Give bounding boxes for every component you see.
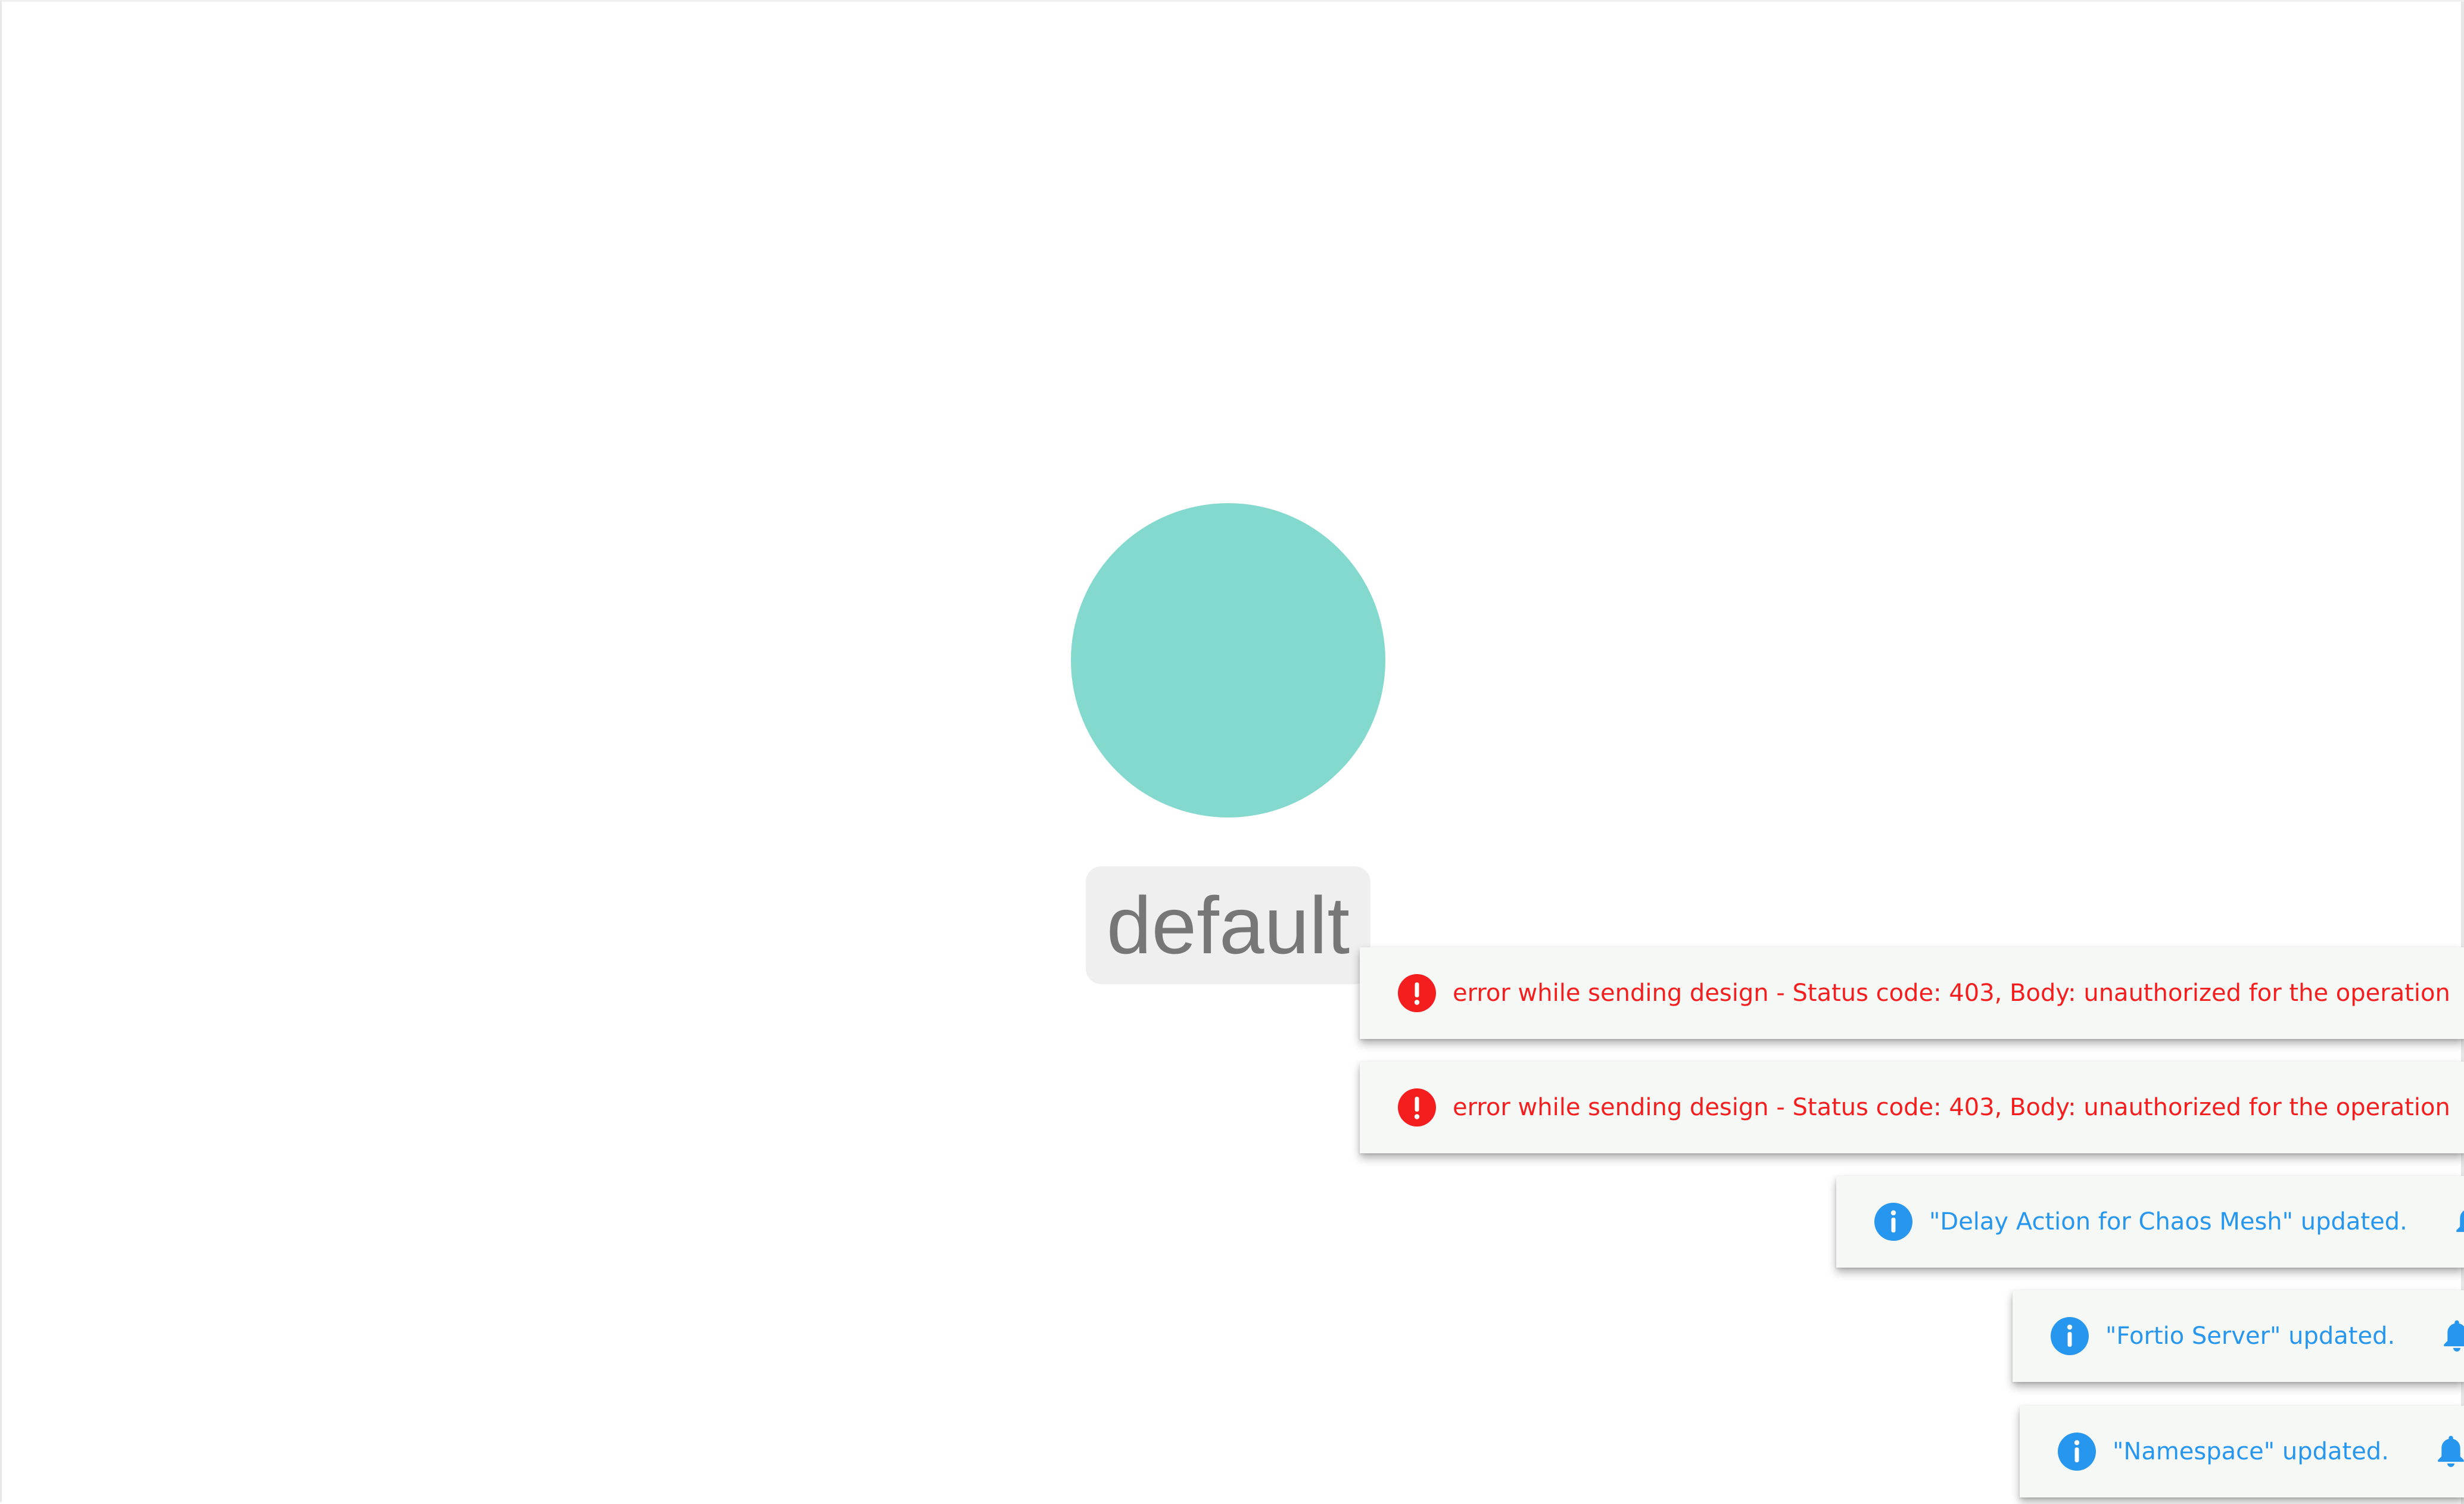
namespace-node[interactable] bbox=[1071, 503, 1385, 817]
notification-message: error while sending design - Status code… bbox=[1453, 1094, 2450, 1121]
error-icon bbox=[1398, 1088, 1436, 1127]
node-label: default bbox=[1086, 866, 1370, 984]
notification-message: "Namespace" updated. bbox=[2113, 1438, 2389, 1465]
info-icon bbox=[2058, 1433, 2096, 1471]
error-icon bbox=[1398, 974, 1436, 1012]
notification-message: error while sending design - Status code… bbox=[1453, 979, 2450, 1007]
notification-error[interactable]: error while sending design - Status code… bbox=[1360, 947, 2464, 1039]
canvas-right-edge bbox=[2461, 2, 2464, 1504]
info-icon bbox=[1874, 1203, 1912, 1241]
notification-message: "Fortio Server" updated. bbox=[2105, 1322, 2396, 1350]
notification-error[interactable]: error while sending design - Status code… bbox=[1360, 1062, 2464, 1153]
design-canvas[interactable]: default error while sending design - Sta… bbox=[0, 0, 2464, 1504]
bell-icon[interactable] bbox=[2453, 1204, 2464, 1240]
info-icon bbox=[2051, 1317, 2089, 1355]
notification-info[interactable]: "Namespace" updated. bbox=[2020, 1406, 2464, 1497]
bell-icon[interactable] bbox=[2440, 1318, 2464, 1354]
bell-icon[interactable] bbox=[2434, 1434, 2464, 1469]
notification-info[interactable]: "Delay Action for Chaos Mesh" updated. bbox=[1836, 1176, 2464, 1268]
notification-info[interactable]: "Fortio Server" updated. bbox=[2013, 1290, 2464, 1382]
notification-message: "Delay Action for Chaos Mesh" updated. bbox=[1929, 1208, 2407, 1235]
